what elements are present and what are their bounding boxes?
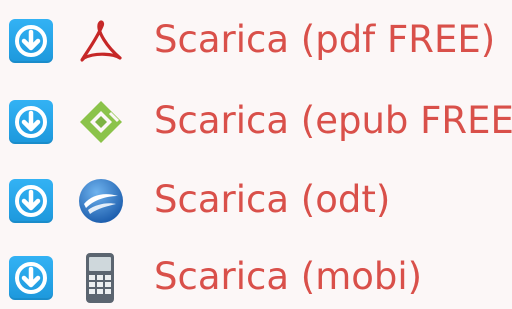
download-arrow-icon[interactable] xyxy=(9,19,53,63)
download-list: Scarica (pdf FREE) Scarica (epub FREE) S… xyxy=(0,0,512,303)
download-row-odt: Scarica (odt) xyxy=(0,170,512,232)
odt-icon xyxy=(74,174,128,228)
download-link-pdf[interactable]: Scarica (pdf FREE) xyxy=(154,18,495,62)
download-row-mobi: Scarica (mobi) xyxy=(0,247,512,309)
download-link-mobi[interactable]: Scarica (mobi) xyxy=(154,255,422,299)
pdf-icon xyxy=(74,14,128,68)
download-arrow-icon[interactable] xyxy=(9,256,53,300)
mobi-icon xyxy=(74,251,128,305)
download-row-epub: Scarica (epub FREE) xyxy=(0,91,512,153)
download-arrow-icon[interactable] xyxy=(9,179,53,223)
download-link-odt[interactable]: Scarica (odt) xyxy=(154,178,390,222)
epub-icon xyxy=(74,95,128,149)
download-arrow-icon[interactable] xyxy=(9,100,53,144)
download-link-epub[interactable]: Scarica (epub FREE) xyxy=(154,99,512,143)
download-row-pdf: Scarica (pdf FREE) xyxy=(0,10,512,72)
